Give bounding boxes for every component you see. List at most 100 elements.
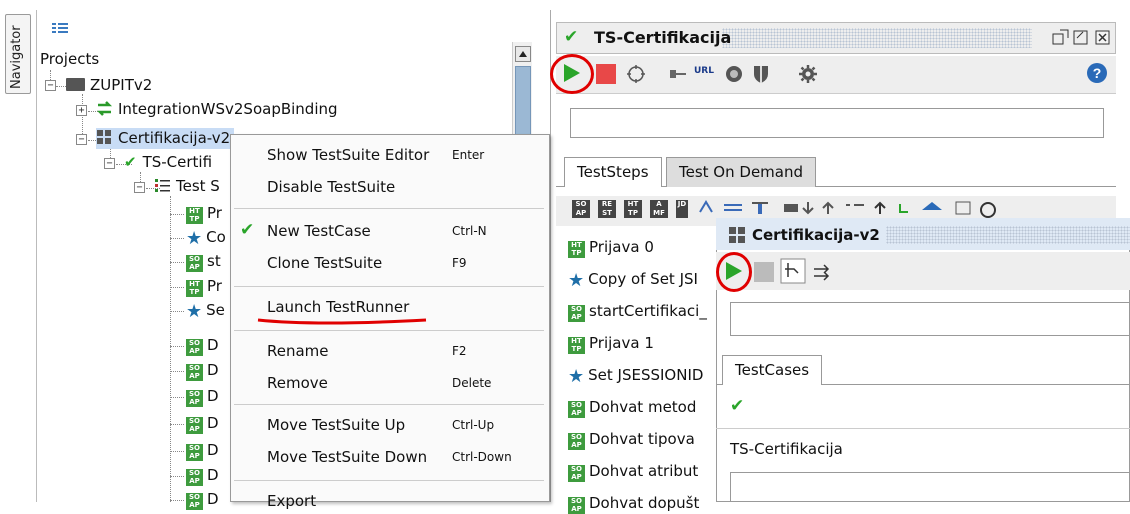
menu-item-show-testsuite-editor[interactable]: Show TestSuite Editor <box>267 146 429 164</box>
menu-shortcut: Delete <box>452 376 492 390</box>
tree-item-teststep[interactable]: SO AP D <box>186 490 219 510</box>
tree-item-testsuite-selected[interactable]: Certifikacija-v2 <box>96 128 235 149</box>
tree-item-teststep[interactable]: SO AP st <box>186 252 221 272</box>
check-icon: ✔ <box>730 396 745 416</box>
rest-step-icon[interactable]: RE ST <box>598 200 616 218</box>
menu-item-move-testsuite-up[interactable]: Move TestSuite Up <box>267 416 405 434</box>
teststep-item[interactable]: SO AP Dohvat dopušt <box>568 494 699 514</box>
tree-item-teststep[interactable]: HT TP Pr <box>186 277 222 297</box>
tree-item-teststep[interactable]: SO AP D <box>186 414 219 434</box>
jdbc-step-icon[interactable]: JD <box>676 200 688 218</box>
menu-separator <box>234 480 544 481</box>
tab-testcases[interactable]: TestCases <box>722 355 823 385</box>
tree-item-teststep[interactable]: SO AP D <box>186 387 219 407</box>
menu-shortcut: F2 <box>452 344 467 358</box>
sequential-run-icon[interactable] <box>812 262 832 282</box>
menu-separator <box>234 286 544 287</box>
stop-icon[interactable] <box>596 64 616 84</box>
menu-item-remove[interactable]: Remove <box>267 374 328 392</box>
teststep-item[interactable]: SO AP Dohvat tipova <box>568 430 695 450</box>
annotation-circle-run-suite <box>716 252 752 292</box>
menu-shortcut: Enter <box>452 148 485 162</box>
check-icon: ✔ <box>124 153 137 171</box>
soap-step-icon: SO AP <box>186 444 203 461</box>
teststep-item[interactable]: ★ Set JSESSIONID <box>568 366 703 387</box>
tree-item-teststeps[interactable]: Test S <box>154 177 220 195</box>
loop-icon[interactable] <box>626 64 646 84</box>
shield-icon[interactable] <box>752 64 770 84</box>
soap-step-icon: SO AP <box>568 401 585 418</box>
gauge-icon[interactable] <box>724 64 744 84</box>
svg-text:?: ? <box>1093 65 1102 81</box>
window-controls[interactable] <box>1052 28 1112 48</box>
testsuite-grid-icon <box>729 227 745 243</box>
expand-toggle-interface[interactable]: + <box>76 105 87 116</box>
check-icon: ✔ <box>240 220 255 240</box>
collapse-toggle-steps[interactable]: − <box>134 182 145 193</box>
stop-icon[interactable] <box>754 262 774 282</box>
tree-item-teststep[interactable]: ★ Se <box>186 301 225 322</box>
testcase-progress-field <box>730 472 1130 502</box>
tree-item-teststep[interactable]: SO AP D <box>186 361 219 381</box>
dock-icon <box>1052 29 1069 45</box>
tree-item-testcase[interactable]: ✔ TS-Certifi <box>124 153 212 171</box>
testcase-label: TS-Certifikacija <box>730 440 843 458</box>
teststep-item[interactable]: SO AP Dohvat metod <box>568 398 696 418</box>
star-icon: ★ <box>568 366 585 387</box>
tree-item-teststep[interactable]: SO AP D <box>186 441 219 461</box>
endpoint-input[interactable] <box>570 108 1104 138</box>
gear-icon[interactable] <box>798 64 818 84</box>
menu-shortcut: F9 <box>452 256 467 270</box>
http-step-icon[interactable]: HT TP <box>624 200 642 218</box>
tree-item-teststep[interactable]: SO AP D <box>186 466 219 486</box>
testsuite-input[interactable] <box>730 302 1130 336</box>
testsuite-editor-title: Certifikacija-v2 <box>752 226 880 244</box>
teststep-item[interactable]: SO AP startCertifikaci_ <box>568 302 707 322</box>
teststep-item[interactable]: ★ Copy of Set JSI <box>568 270 698 291</box>
star-icon: ★ <box>568 270 585 291</box>
step-toolbar-icons[interactable] <box>694 198 1114 218</box>
soap-step-icon: SO AP <box>186 469 203 486</box>
menu-item-clone-testsuite[interactable]: Clone TestSuite <box>267 254 382 272</box>
menu-item-rename[interactable]: Rename <box>267 342 329 360</box>
tree-item-teststep[interactable]: SO AP D <box>186 336 219 356</box>
check-icon: ✔ <box>564 27 579 47</box>
tab-teststeps[interactable]: TestSteps <box>564 157 662 187</box>
interface-arrows-icon <box>96 101 113 116</box>
folder-icon <box>66 78 85 91</box>
tree-view-icon[interactable] <box>52 22 68 34</box>
http-step-icon: HT TP <box>568 241 585 258</box>
tree-root-projects[interactable]: Projects <box>40 50 99 68</box>
tree-item-teststep[interactable]: HT TP Pr <box>186 204 222 224</box>
tree-item-teststep[interactable]: ★ Co <box>186 228 226 249</box>
menu-item-disable-testsuite[interactable]: Disable TestSuite <box>267 178 395 196</box>
annotation-circle-run <box>550 54 594 94</box>
soap-step-icon: SO AP <box>568 497 585 514</box>
scroll-up-button[interactable] <box>515 46 531 62</box>
menu-separator <box>234 404 544 405</box>
help-icon[interactable]: ? <box>1086 62 1108 84</box>
menu-item-export[interactable]: Export <box>267 492 316 510</box>
menu-item-new-testcase[interactable]: New TestCase <box>267 222 371 240</box>
menu-shortcut: Ctrl-N <box>452 224 487 238</box>
teststep-item[interactable]: HT TP Prijava 0 <box>568 238 654 258</box>
url-icon[interactable]: URL <box>694 66 714 76</box>
navigator-tab[interactable]: Navigator <box>5 14 31 94</box>
parallel-run-icon[interactable] <box>780 258 806 284</box>
soap-step-icon: SO AP <box>186 339 203 356</box>
plug-icon[interactable] <box>670 68 690 80</box>
collapse-toggle-project[interactable]: − <box>45 80 56 91</box>
menu-item-move-testsuite-down[interactable]: Move TestSuite Down <box>267 448 427 466</box>
http-step-icon: HT TP <box>186 207 203 224</box>
tree-item-interface[interactable]: IntegrationWSv2SoapBinding <box>96 100 338 118</box>
collapse-toggle-testsuite[interactable]: − <box>76 134 87 145</box>
soap-step-icon: SO AP <box>186 390 203 407</box>
soap-step-icon[interactable]: SO AP <box>572 200 590 218</box>
teststep-item[interactable]: SO AP Dohvat atribut <box>568 462 698 482</box>
collapse-toggle-testcase[interactable]: − <box>104 158 115 169</box>
tab-test-on-demand[interactable]: Test On Demand <box>666 157 816 187</box>
amf-step-icon[interactable]: A MF <box>650 200 668 218</box>
close-icon <box>1095 30 1110 45</box>
tree-item-project[interactable]: ZUPITv2 <box>66 76 152 94</box>
teststep-item[interactable]: HT TP Prijava 1 <box>568 334 654 354</box>
